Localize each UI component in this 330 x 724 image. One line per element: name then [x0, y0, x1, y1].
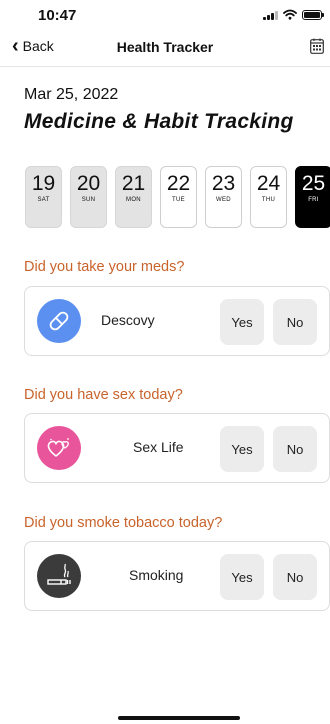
status-bar: 10:47 [0, 0, 330, 30]
day-number: 23 [211, 172, 236, 195]
day-weekday: TUE [172, 197, 185, 203]
day-24[interactable]: 24 THU [250, 166, 287, 228]
yes-button[interactable]: Yes [220, 554, 264, 600]
yes-button[interactable]: Yes [220, 299, 264, 345]
day-number: 19 [31, 172, 56, 195]
day-number: 24 [256, 172, 281, 195]
question-meds: Did you take your meds? [24, 259, 185, 275]
home-indicator[interactable] [118, 716, 240, 720]
date-label: Mar 25, 2022 [24, 86, 119, 103]
question-smoking: Did you smoke tobacco today? [24, 515, 223, 531]
day-weekday: SUN [81, 197, 96, 203]
nav-bar: ‹ Back Health Tracker [0, 30, 330, 67]
yes-button[interactable]: Yes [220, 426, 264, 472]
no-button[interactable]: No [273, 299, 317, 345]
day-strip: 19 SAT 20 SUN 21 MON 22 TUE 23 WED 24 TH… [25, 166, 330, 228]
page-title: Medicine & Habit Tracking [24, 110, 294, 133]
tracker-label: Smoking [129, 567, 184, 583]
no-button[interactable]: No [273, 554, 317, 600]
day-number: 22 [166, 172, 191, 195]
hearts-icon [37, 426, 81, 470]
no-button[interactable]: No [273, 426, 317, 472]
tracker-label: Sex Life [133, 439, 184, 455]
day-number: 21 [121, 172, 146, 195]
status-icons [263, 9, 324, 20]
pill-icon [37, 299, 81, 343]
day-weekday: WED [216, 197, 231, 203]
day-21[interactable]: 21 MON [115, 166, 152, 228]
battery-icon [302, 9, 324, 20]
day-number: 25 [301, 172, 326, 195]
day-weekday: FRI [308, 197, 319, 203]
tracker-card-sex: Sex Life Yes No [24, 413, 330, 483]
day-weekday: SAT [37, 197, 50, 203]
tracker-label: Descovy [101, 312, 155, 328]
day-25-selected[interactable]: 25 FRI [295, 166, 330, 228]
nav-title: Health Tracker [116, 39, 214, 55]
day-20[interactable]: 20 SUN [70, 166, 107, 228]
day-22[interactable]: 22 TUE [160, 166, 197, 228]
tracker-card-meds: Descovy Yes No [24, 286, 330, 356]
status-time: 10:47 [38, 7, 77, 24]
day-weekday: THU [261, 197, 276, 203]
question-sex: Did you have sex today? [24, 387, 183, 403]
day-23[interactable]: 23 WED [205, 166, 242, 228]
wifi-icon [283, 9, 297, 20]
tracker-card-smoking: Smoking Yes No [24, 541, 330, 611]
cigarette-icon [37, 554, 81, 598]
signal-icon [263, 10, 278, 20]
calendar-icon[interactable] [310, 38, 324, 54]
day-weekday: MON [126, 197, 141, 203]
day-19[interactable]: 19 SAT [25, 166, 62, 228]
day-number: 20 [76, 172, 101, 195]
